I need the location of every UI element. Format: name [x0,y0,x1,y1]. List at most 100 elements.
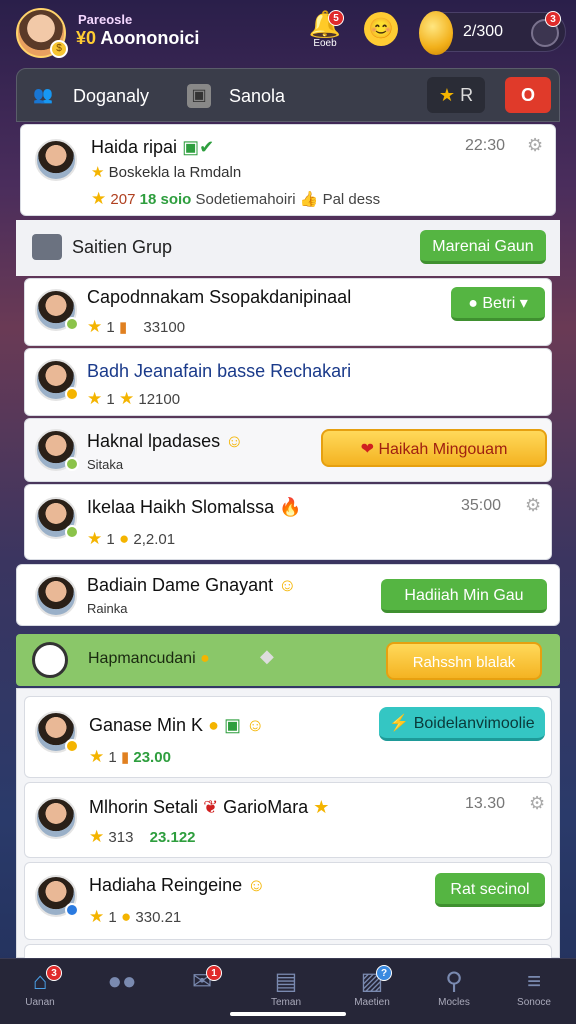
tab-doganaly[interactable]: 👥 Doganaly [31,79,149,113]
row-action-button[interactable]: Rat secinol [435,873,545,907]
star-icon: ★ [91,164,105,181]
nav-teman[interactable]: ▤ Teman [250,967,322,1008]
close-button[interactable]: O [505,77,551,113]
avatar [35,429,79,471]
coin-icon: ● [208,715,219,735]
smile-icon: ☺ [247,875,266,895]
featured-name: Haida ripai ▣✔ [91,137,215,157]
coin-icon: ● [200,650,210,667]
list-item[interactable]: Badiain Dame Gnayant ☺ Rainka Hadiiah Mi… [16,564,560,626]
row-action-button[interactable]: ❤ Haikah Mingouam [321,429,547,467]
list-item[interactable]: Haknal lpadases ☺ Sitaka ❤ Haikah Mingou… [24,418,552,482]
list-item[interactable]: Ganase Min K ● ▣ ☺ ★ 1 ▮ 23.00 ⚡ Boidela… [24,696,552,778]
avatar [35,139,77,181]
avatar [35,875,79,917]
home-icon: ⌂ [32,968,48,995]
section-action-button[interactable]: Rahsshn blalak [386,642,542,680]
avatar [35,575,77,617]
featured-stats: ★ 207 18 soio Sodetiemahoiri 👍 Pal dess [91,189,381,208]
check-icon: ▣✔ [182,137,215,157]
top-bar: $ Pareosle ¥0 Aoononoici 🔔 Eoeb 5 😊 2/30… [0,0,576,64]
menu-icon: ≡ [526,968,541,995]
section-header-hapman: Hapmancudani ● ◆ Rahsshn blalak [16,634,560,686]
chat-icon: ●● [107,968,137,995]
smile-icon: ☺ [225,431,244,451]
avatar [35,359,79,401]
row-action-button[interactable]: Hadiiah Min Gau [381,579,547,613]
tab-sanola[interactable]: ▣ Sanola [177,79,295,113]
bag-icon: ▤ [274,968,298,995]
rose-icon: ❦ [203,797,219,817]
smile-icon: ☺ [278,575,297,595]
notification-badge: 5 [328,10,344,26]
coin-symbol-icon: ¥0 [76,28,97,48]
gear-icon[interactable]: ⚙ [525,495,541,516]
coin-badge-icon: $ [50,40,68,58]
nav-home[interactable]: ⌂ Uanan 3 [4,965,76,1008]
list-item[interactable]: Badh Jeanafain basse Rechakari ★ 1 ★ 121… [24,348,552,416]
image-icon: ▣ [187,84,211,108]
users-icon: 👥 [33,87,53,104]
coin-balance[interactable]: 2/300 3 [419,11,566,55]
featured-time: 22:30 [465,137,506,154]
nav-mocles[interactable]: ⚲ Mocles [418,967,490,1008]
check-icon: ▣ [223,715,241,735]
user-name: ¥0 Aoononoici [76,28,200,48]
avatar [35,797,77,839]
sort-button[interactable]: ★ R [427,77,485,113]
nav-chat[interactable]: ●● [86,967,158,997]
coin-badge: 3 [545,11,561,27]
star-icon: ★ [87,529,103,548]
section-action-button[interactable]: Marenai Gaun [420,230,546,264]
fire-icon: 🔥 [279,497,302,517]
star-icon: ★ [313,797,330,817]
section-header-grup: Saitien Grup Marenai Gaun [16,220,560,276]
list-item[interactable]: Hadiaha Reingeine ☺ ★ 1 ● 330.21 Rat sec… [24,862,552,940]
list-item[interactable]: Ikelaa Haikh Slomalssa 🔥 ★ 1 ● 2,2.01 35… [24,484,552,560]
logo-icon [32,642,68,678]
nav-mail[interactable]: ✉ 1 [166,965,238,997]
row-action-button[interactable]: ⚡ Boidelanvimoolie [379,707,545,741]
user-subtitle: Pareosle [78,12,133,27]
chevron-down-icon: ▾ [519,295,528,312]
group-icon [32,234,62,260]
search-icon: ⚲ [445,968,463,995]
row-action-button[interactable]: ● Betri ▾ [451,287,545,321]
avatar [35,497,79,539]
gear-icon[interactable]: ⚙ [529,793,545,814]
star-icon: ★ [91,189,107,208]
avatar [35,289,79,331]
gem-icon: ◆ [260,646,274,666]
star-icon: ★ [438,85,456,105]
image-icon: ▨ [360,968,384,995]
gift-icon: ▮ [120,749,130,766]
gear-icon[interactable]: ⚙ [527,135,543,156]
gift-icon: ▮ [118,319,128,336]
coin-icon: ● [120,907,132,926]
thumb-icon: 👍 [299,191,319,208]
featured-card[interactable]: Haida ripai ▣✔ ★ Boskekla la Rmdaln ★ 20… [20,124,556,216]
coin-icon: ● [118,529,130,548]
star-icon: ★ [118,389,135,408]
home-indicator [230,1012,346,1016]
lightning-icon: ⚡ [389,715,410,732]
mail-icon: ✉ [191,968,213,995]
tab-bar: 👥 Doganaly ▣ Sanola ★ R O [16,68,560,122]
profile-avatar[interactable]: $ [16,8,68,58]
smile-icon: ☺ [246,715,265,735]
featured-sub: ★ Boskekla la Rmdaln [91,164,242,181]
list-item[interactable]: Capodnnakam Ssopakdanipinaal ★ 1 ▮ 33100… [24,278,552,346]
star-icon: ★ [89,747,105,766]
star-icon: ★ [87,389,103,408]
nav-maetien[interactable]: ▨ Maetien ? [336,965,408,1008]
emoji-button[interactable]: 😊 [364,12,398,46]
notifications-button[interactable]: 🔔 Eoeb 5 [308,10,344,50]
coin-icon: ● [468,295,478,312]
main-panel: 👥 Doganaly ▣ Sanola ★ R O Haida ripai ▣✔… [16,68,560,958]
list-item[interactable]: Mlhorin Setali ❦ GarioMara ★ ★ 313 23.12… [24,782,552,858]
list-item-partial [24,944,552,958]
heart-icon: ❤ [360,441,374,458]
nav-sonoce[interactable]: ≡ Sonoce [498,967,570,1008]
star-icon: ★ [89,827,105,846]
star-icon: ★ [89,907,105,926]
